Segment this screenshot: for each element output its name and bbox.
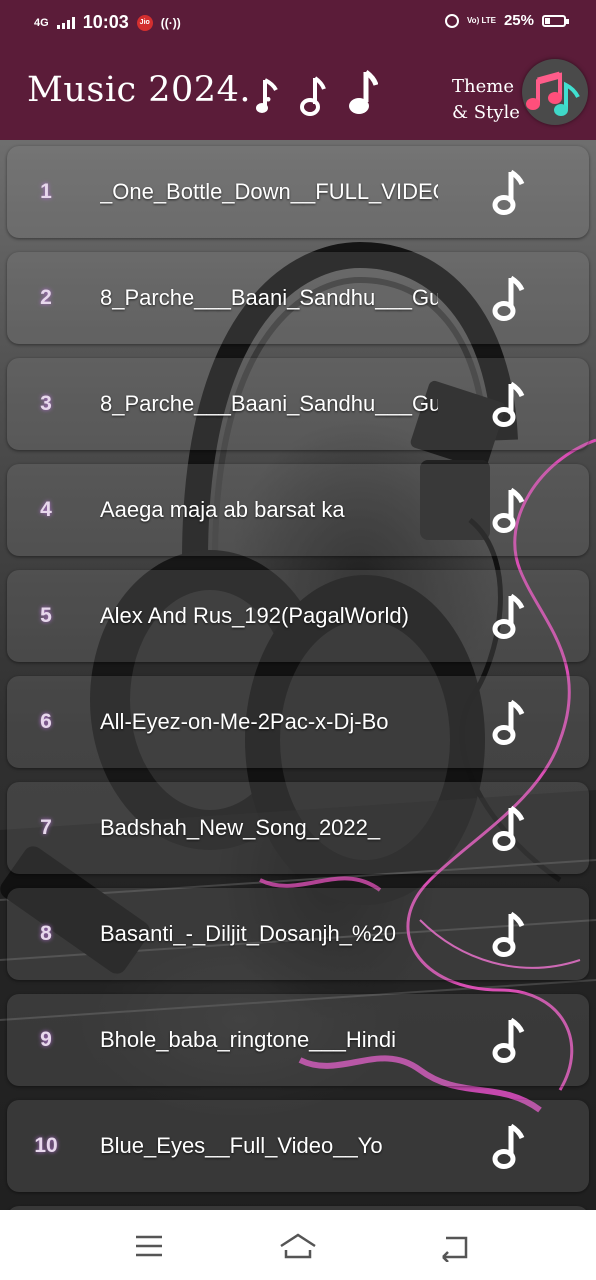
song-number: 9 [40,1028,52,1051]
music-note-icon [349,70,378,114]
list-item[interactable]: 6 All-Eyez-on-Me-2Pac-x-Dj-Bo [7,676,589,768]
home-icon[interactable] [278,1230,318,1262]
alarm-icon [444,13,459,28]
menu-icon[interactable] [129,1230,169,1262]
song-title: Badshah_New_Song_2022_ [100,815,381,840]
music-notes-colored-icon [526,71,580,116]
song-number: 8 [40,922,52,945]
song-number: 4 [40,498,52,521]
song-number: 10 [34,1134,58,1157]
list-item[interactable]: 7 Badshah_New_Song_2022_ [7,782,589,874]
song-title: Bhole_baba_ringtone___Hindi [100,1027,397,1052]
signal-icon [56,16,75,29]
list-item[interactable]: 1 _One_Bottle_Down__FULL_VIDEO [7,146,589,238]
theme-style-label[interactable]: Theme & Style [452,74,520,126]
status-left: 4G 10:03 Jio ((·)) [34,12,181,33]
song-title: _One_Bottle_Down__FULL_VIDEO [100,179,438,204]
song-number: 1 [40,180,52,203]
page-title: Music 2024. . [27,70,275,110]
header-notes [256,68,378,118]
list-item[interactable]: 5 Alex And Rus_192(PagalWorld) [7,570,589,662]
song-list-area[interactable]: 1 _One_Bottle_Down__FULL_VIDEO 2 8_Parche__… [0,140,596,1210]
status-bar: 4G 10:03 Jio ((·)) Vo) LTE 25% [0,0,596,46]
song-title: Basanti_-_Diljit_Dosanjh_%20 [100,921,396,946]
list-item[interactable]: 10 Blue_Eyes__Full_Video__Yo [7,1100,589,1192]
music-note-icon [300,76,326,116]
song-title: 8_Parche___Baani_Sandhu___Gur [100,391,438,416]
battery-percent: 25% [503,12,534,29]
music-note-icon[interactable] [491,592,525,640]
status-right: Vo) LTE 25% [444,12,569,29]
list-item[interactable]: 3 8_Parche___Baani_Sandhu___Gur [7,358,589,450]
clock: 10:03 [82,12,129,32]
list-item[interactable]: 4 Aaega maja ab barsat ka [7,464,589,556]
list-item[interactable]: 2 8_Parche___Baani_Sandhu___Gur [7,252,589,344]
carrier-badge: Jio [136,14,153,31]
volte-indicator: Vo) LTE [466,15,496,25]
music-note-icon[interactable] [491,804,525,852]
song-number: 5 [40,604,52,627]
music-note-icon[interactable] [491,274,525,322]
song-title: Alex And Rus_192(PagalWorld) [100,603,409,628]
network-type: 4G [34,16,49,29]
music-note-icon[interactable] [491,380,525,428]
system-nav-bar [0,1210,596,1280]
song-number: 7 [40,816,52,839]
music-note-icon[interactable] [491,168,525,216]
theme-label-line2: & Style [452,102,520,123]
list-item[interactable]: 9 Bhole_baba_ringtone___Hindi [7,994,589,1086]
theme-style-button[interactable] [522,59,588,125]
music-note-icon[interactable] [491,486,525,534]
music-note-icon [256,78,278,113]
song-title: Aaega maja ab barsat ka [100,497,345,522]
battery-fill [545,17,550,24]
song-title: Blue_Eyes__Full_Video__Yo [100,1133,383,1158]
song-title: All-Eyez-on-Me-2Pac-x-Dj-Bo [100,709,389,734]
song-number: 3 [40,392,52,415]
music-note-icon[interactable] [491,1122,525,1170]
song-title: 8_Parche___Baani_Sandhu___Gur [100,285,438,310]
battery-icon [542,14,569,27]
song-number: 6 [40,710,52,733]
music-note-icon[interactable] [491,698,525,746]
song-number: 2 [40,286,52,309]
hotspot-icon: ((·)) [160,15,181,30]
app-bar: Music 2024. . Theme & Style [0,46,596,140]
list-item[interactable]: 8 Basanti_-_Diljit_Dosanjh_%20 [7,888,589,980]
theme-label-line1: Theme [452,76,514,97]
back-icon[interactable] [434,1230,474,1262]
music-note-icon[interactable] [491,910,525,958]
music-note-icon[interactable] [491,1016,525,1064]
